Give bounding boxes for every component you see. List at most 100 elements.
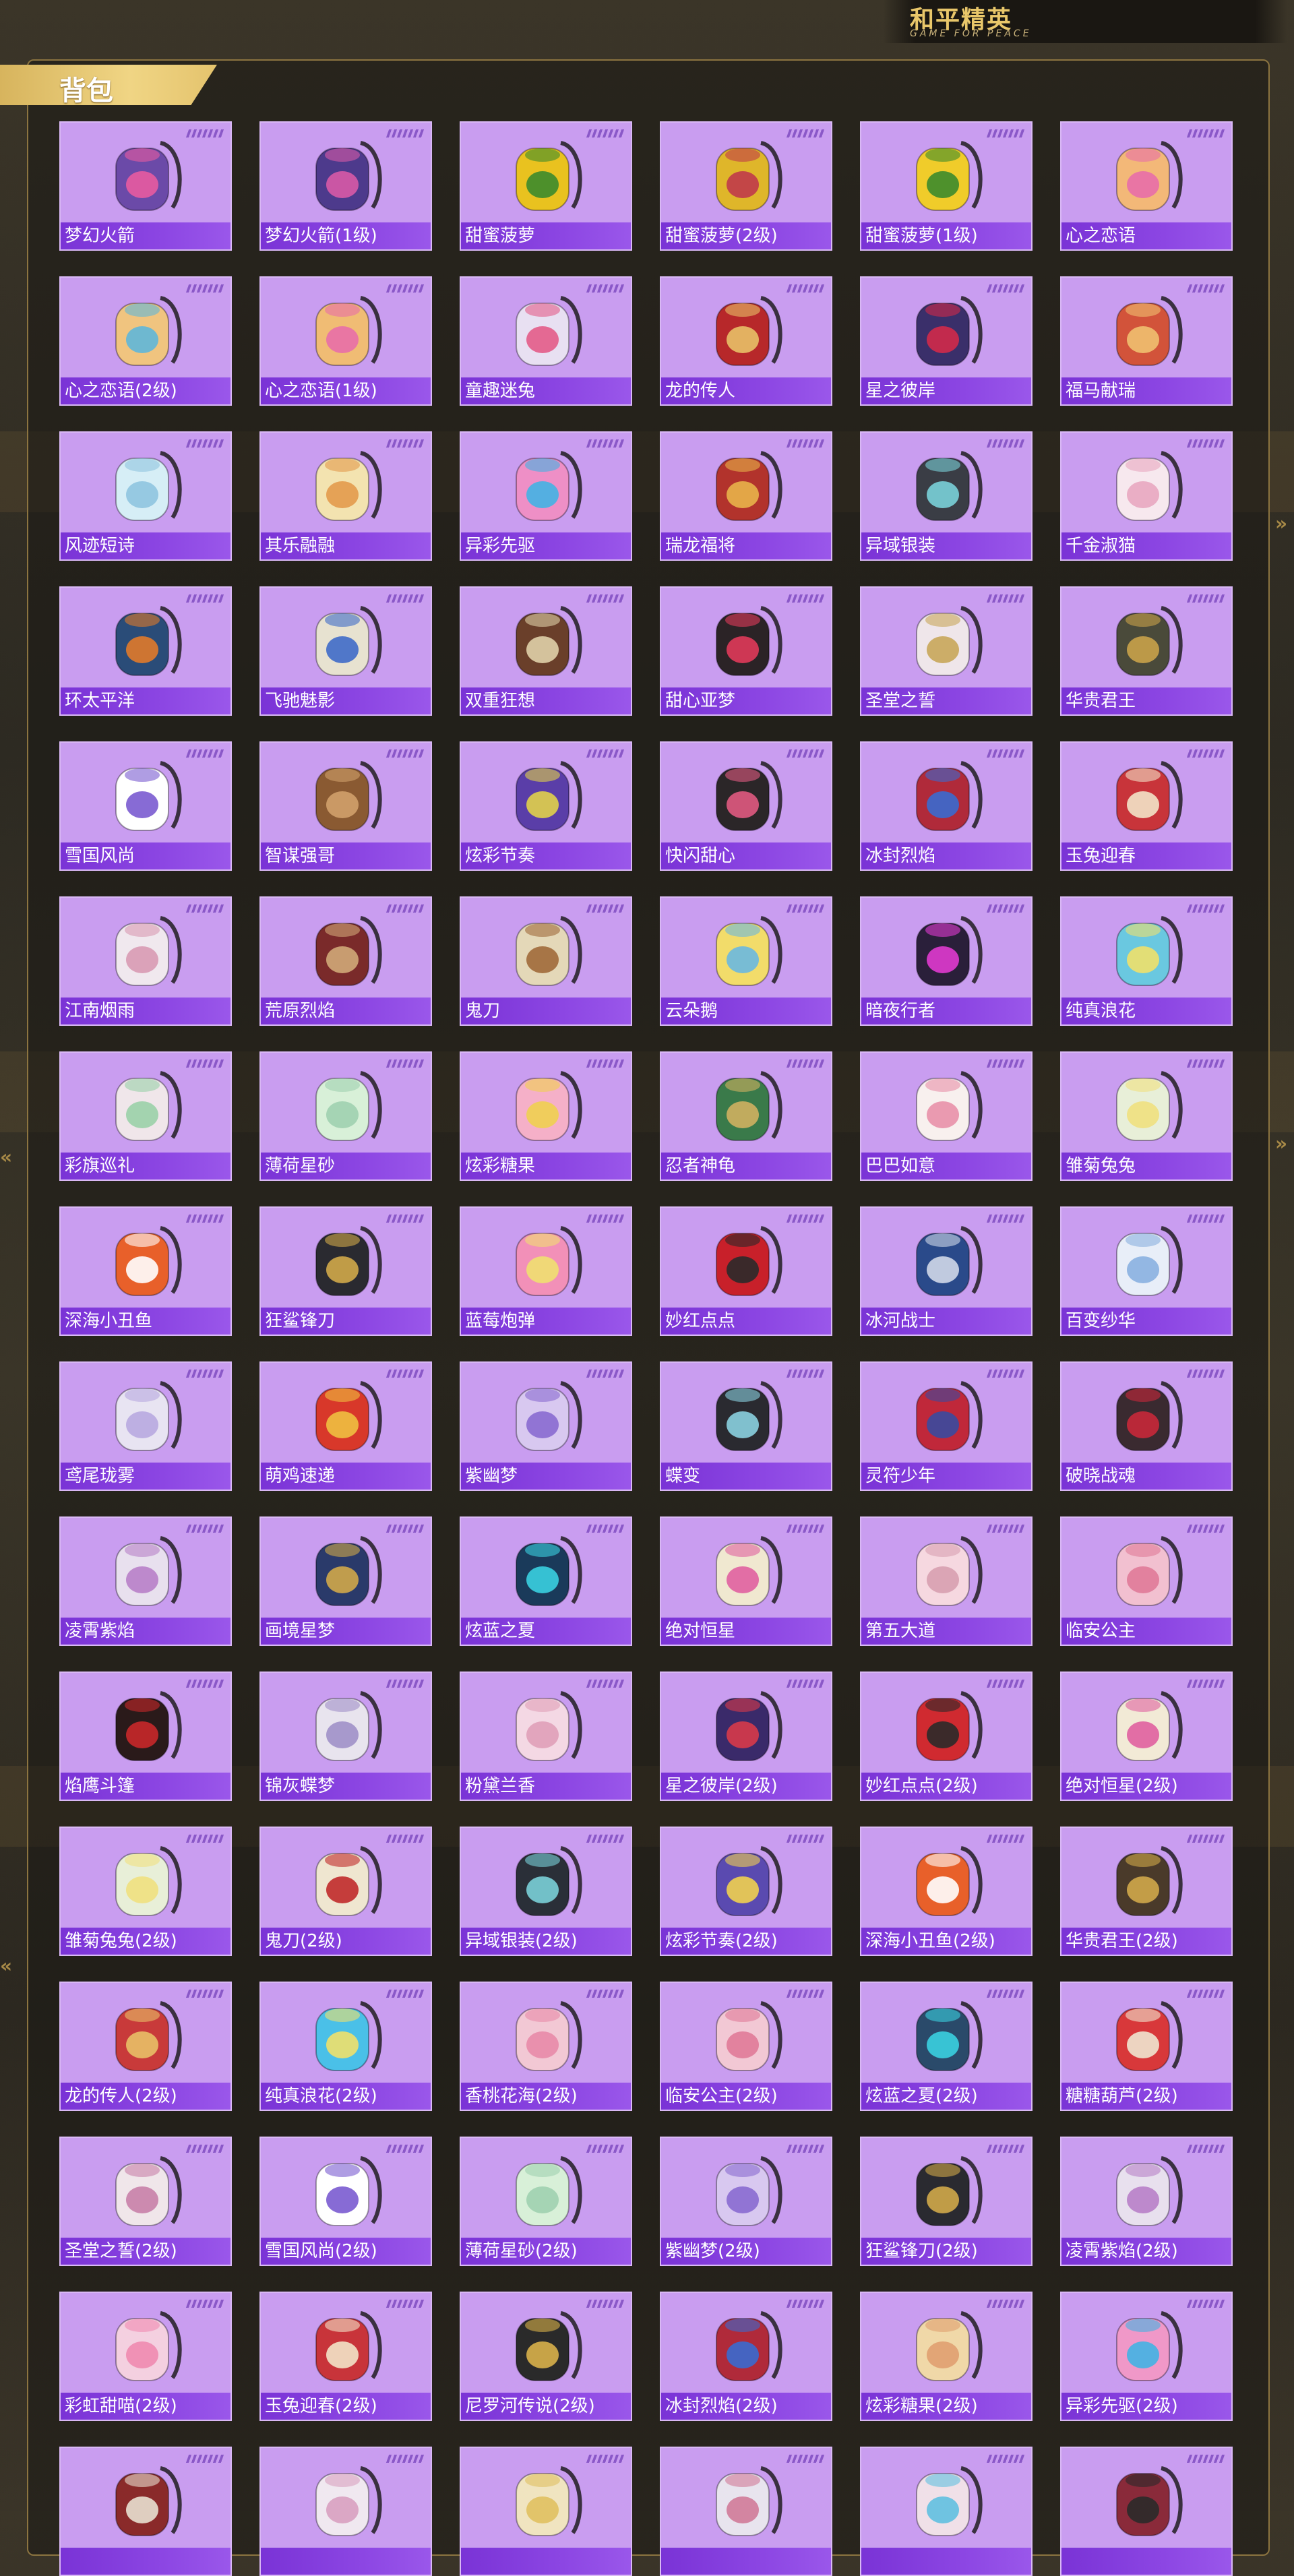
backpack-item[interactable]: 紫幽梦(2级) [660, 2137, 832, 2266]
backpack-item[interactable] [259, 2447, 432, 2576]
backpack-item[interactable]: 破晓战魂 [1060, 1361, 1233, 1491]
backpack-item[interactable]: 心之恋语(2级) [59, 276, 232, 406]
backpack-item[interactable]: 薄荷星砂(2级) [460, 2137, 632, 2266]
backpack-item[interactable]: 香桃花海(2级) [460, 1982, 632, 2111]
backpack-item[interactable]: 童趣迷兔 [460, 276, 632, 406]
backpack-item[interactable]: 彩旗巡礼 [59, 1051, 232, 1181]
backpack-item[interactable]: 绝对恒星(2级) [1060, 1672, 1233, 1801]
backpack-item[interactable]: 雪国风尚 [59, 741, 232, 871]
backpack-item[interactable]: 彩虹甜喵(2级) [59, 2292, 232, 2421]
backpack-item[interactable]: 深海小丑鱼(2级) [860, 1827, 1033, 1956]
backpack-item[interactable]: 雏菊兔兔(2级) [59, 1827, 232, 1956]
backpack-item[interactable]: 狂鲨锋刀 [259, 1206, 432, 1336]
backpack-item[interactable]: 梦幻火箭(1级) [259, 121, 432, 251]
backpack-item[interactable]: 纯真浪花(2级) [259, 1982, 432, 2111]
backpack-item[interactable]: 忍者神龟 [660, 1051, 832, 1181]
backpack-item[interactable]: 双重狂想 [460, 586, 632, 716]
backpack-item[interactable]: 萌鸡速递 [259, 1361, 432, 1491]
backpack-icon [716, 1691, 782, 1761]
backpack-item[interactable]: 炫彩糖果(2级) [860, 2292, 1033, 2421]
backpack-item[interactable]: 甜蜜菠萝(2级) [660, 121, 832, 251]
backpack-item[interactable]: 凌霄紫焰(2级) [1060, 2137, 1233, 2266]
backpack-item[interactable]: 薄荷星砂 [259, 1051, 432, 1181]
backpack-item[interactable]: 飞驰魅影 [259, 586, 432, 716]
backpack-item[interactable]: 鬼刀(2级) [259, 1827, 432, 1956]
backpack-item[interactable]: 异彩先驱(2级) [1060, 2292, 1233, 2421]
backpack-item[interactable]: 华贵君王 [1060, 586, 1233, 716]
backpack-item[interactable]: 龙的传人(2级) [59, 1982, 232, 2111]
backpack-item[interactable]: 暗夜行者 [860, 896, 1033, 1026]
backpack-item[interactable]: 异彩先驱 [460, 431, 632, 561]
backpack-item[interactable]: 冰封烈焰 [860, 741, 1033, 871]
backpack-item[interactable]: 临安公主 [1060, 1516, 1233, 1646]
backpack-item[interactable]: 锦灰蝶梦 [259, 1672, 432, 1801]
backpack-item[interactable]: 雏菊兔兔 [1060, 1051, 1233, 1181]
backpack-item[interactable]: 玉兔迎春 [1060, 741, 1233, 871]
backpack-item[interactable]: 炫彩节奏 [460, 741, 632, 871]
backpack-item[interactable]: 冰河战士 [860, 1206, 1033, 1336]
backpack-item[interactable]: 炫彩糖果 [460, 1051, 632, 1181]
backpack-item[interactable]: 雪国风尚(2级) [259, 2137, 432, 2266]
backpack-item[interactable]: 环太平洋 [59, 586, 232, 716]
backpack-item[interactable]: 甜心亚梦 [660, 586, 832, 716]
backpack-item[interactable]: 瑞龙福将 [660, 431, 832, 561]
backpack-icon [1116, 296, 1183, 366]
backpack-item[interactable]: 甜蜜菠萝(1级) [860, 121, 1033, 251]
backpack-item[interactable] [59, 2447, 232, 2576]
backpack-item[interactable]: 星之彼岸 [860, 276, 1033, 406]
backpack-item[interactable]: 紫幽梦 [460, 1361, 632, 1491]
backpack-item[interactable]: 深海小丑鱼 [59, 1206, 232, 1336]
backpack-item[interactable] [460, 2447, 632, 2576]
backpack-item[interactable]: 巴巴如意 [860, 1051, 1033, 1181]
backpack-item[interactable]: 云朵鹅 [660, 896, 832, 1026]
backpack-item[interactable]: 妙红点点 [660, 1206, 832, 1336]
backpack-item[interactable]: 心之恋语(1级) [259, 276, 432, 406]
backpack-item[interactable]: 快闪甜心 [660, 741, 832, 871]
backpack-item[interactable]: 江南烟雨 [59, 896, 232, 1026]
backpack-item[interactable]: 智谋强哥 [259, 741, 432, 871]
backpack-item[interactable]: 圣堂之誓 [860, 586, 1033, 716]
backpack-item[interactable]: 华贵君王(2级) [1060, 1827, 1233, 1956]
backpack-item[interactable] [1060, 2447, 1233, 2576]
backpack-item[interactable]: 心之恋语 [1060, 121, 1233, 251]
backpack-item[interactable]: 百变纱华 [1060, 1206, 1233, 1336]
backpack-item[interactable]: 狂鲨锋刀(2级) [860, 2137, 1033, 2266]
backpack-item[interactable]: 画境星梦 [259, 1516, 432, 1646]
rarity-bars-icon [786, 1835, 826, 1843]
backpack-item[interactable]: 龙的传人 [660, 276, 832, 406]
backpack-item[interactable]: 鬼刀 [460, 896, 632, 1026]
backpack-item[interactable]: 尼罗河传说(2级) [460, 2292, 632, 2421]
backpack-item[interactable]: 圣堂之誓(2级) [59, 2137, 232, 2266]
backpack-item[interactable]: 玉兔迎春(2级) [259, 2292, 432, 2421]
backpack-item[interactable]: 梦幻火箭 [59, 121, 232, 251]
backpack-item[interactable]: 焰鹰斗篷 [59, 1672, 232, 1801]
backpack-item[interactable]: 灵符少年 [860, 1361, 1033, 1491]
backpack-item[interactable] [660, 2447, 832, 2576]
backpack-item[interactable]: 鸢尾珑雾 [59, 1361, 232, 1491]
backpack-item[interactable]: 冰封烈焰(2级) [660, 2292, 832, 2421]
backpack-item[interactable]: 星之彼岸(2级) [660, 1672, 832, 1801]
backpack-item[interactable]: 异域银装 [860, 431, 1033, 561]
backpack-item[interactable]: 蝶变 [660, 1361, 832, 1491]
backpack-item[interactable]: 千金淑猫 [1060, 431, 1233, 561]
backpack-item[interactable]: 异域银装(2级) [460, 1827, 632, 1956]
backpack-item[interactable] [860, 2447, 1033, 2576]
backpack-item[interactable]: 福马献瑞 [1060, 276, 1233, 406]
backpack-item[interactable]: 临安公主(2级) [660, 1982, 832, 2111]
backpack-item[interactable]: 炫蓝之夏 [460, 1516, 632, 1646]
backpack-icon [315, 296, 382, 366]
backpack-item[interactable]: 纯真浪花 [1060, 896, 1233, 1026]
backpack-item[interactable]: 荒原烈焰 [259, 896, 432, 1026]
backpack-item[interactable]: 粉黛兰香 [460, 1672, 632, 1801]
backpack-item[interactable]: 绝对恒星 [660, 1516, 832, 1646]
backpack-item[interactable]: 糖糖葫芦(2级) [1060, 1982, 1233, 2111]
backpack-item[interactable]: 凌霄紫焰 [59, 1516, 232, 1646]
backpack-item[interactable]: 蓝莓炮弹 [460, 1206, 632, 1336]
backpack-item[interactable]: 炫彩节奏(2级) [660, 1827, 832, 1956]
backpack-item[interactable]: 风迹短诗 [59, 431, 232, 561]
backpack-item[interactable]: 甜蜜菠萝 [460, 121, 632, 251]
backpack-item[interactable]: 第五大道 [860, 1516, 1033, 1646]
backpack-item[interactable]: 其乐融融 [259, 431, 432, 561]
backpack-item[interactable]: 炫蓝之夏(2级) [860, 1982, 1033, 2111]
backpack-item[interactable]: 妙红点点(2级) [860, 1672, 1033, 1801]
